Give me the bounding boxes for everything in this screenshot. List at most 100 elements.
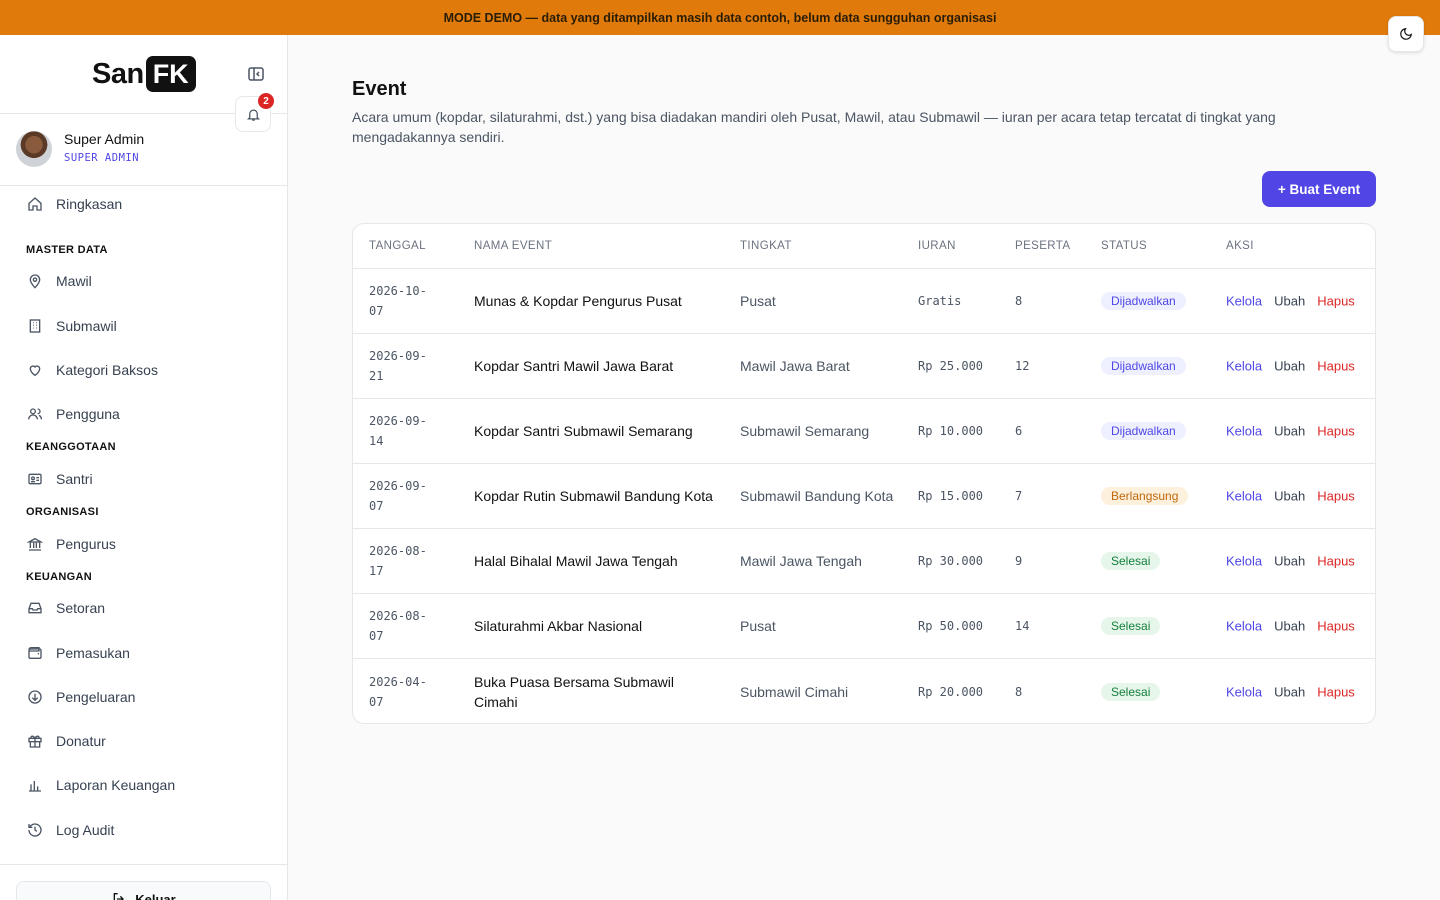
manage-link[interactable]: Kelola <box>1226 684 1262 699</box>
event-name: Kopdar Rutin Submawil Bandung Kota <box>474 488 713 504</box>
logo[interactable]: San FK <box>92 55 196 93</box>
edit-link[interactable]: Ubah <box>1274 619 1305 634</box>
main-content: Event Acara umum (kopdar, silaturahmi, d… <box>288 35 1440 900</box>
edit-link[interactable]: Ubah <box>1274 294 1305 309</box>
status-cell: Selesai <box>1101 617 1161 635</box>
event-fee: Rp 50.000 <box>918 619 984 633</box>
edit-link[interactable]: Ubah <box>1274 424 1305 439</box>
bell-icon <box>246 109 260 121</box>
sidebar-item-pengeluaran[interactable]: Pengeluaran <box>16 679 271 715</box>
page-description: Acara umum (kopdar, silaturahmi, dst.) y… <box>352 109 1276 145</box>
map-pin-icon <box>26 272 44 290</box>
nav-section-keanggotaan: KEANGGOTAAN <box>26 441 116 453</box>
sidebar-toggle-icon <box>248 67 264 81</box>
sidebar-item-pengguna[interactable]: Pengguna <box>16 396 271 432</box>
sidebar-item-setoran[interactable]: Setoran <box>16 590 271 626</box>
event-date: 2026-09-14 <box>369 414 427 448</box>
sidebar-item-mawil[interactable]: Mawil <box>16 263 271 299</box>
delete-link[interactable]: Hapus <box>1317 424 1355 439</box>
delete-link[interactable]: Hapus <box>1317 489 1355 504</box>
logout-icon <box>113 893 125 900</box>
event-level: Mawil Jawa Tengah <box>740 553 862 569</box>
row-actions: Kelola Ubah Hapus <box>1226 294 1367 309</box>
nav-section-keuangan: KEUANGAN <box>26 571 92 583</box>
status-cell: Dijadwalkan <box>1101 357 1186 375</box>
row-actions: Kelola Ubah Hapus <box>1226 619 1367 634</box>
manage-link[interactable]: Kelola <box>1226 489 1262 504</box>
sidebar-item-laporan-keuangan[interactable]: Laporan Keuangan <box>16 767 271 803</box>
header-date[interactable]: TANGGAL <box>369 240 426 252</box>
heart-icon <box>26 361 44 379</box>
create-event-button[interactable]: + Buat Event <box>1262 171 1376 207</box>
sidebar-item-santri[interactable]: Santri <box>16 461 271 497</box>
event-name: Silaturahmi Akbar Nasional <box>474 618 643 634</box>
status-cell: Dijadwalkan <box>1101 422 1186 440</box>
gift-icon <box>26 732 44 750</box>
sidebar-item-kategori-baksos[interactable]: Kategori Baksos <box>16 352 271 388</box>
row-actions: Kelola Ubah Hapus <box>1226 554 1367 569</box>
events-table: TANGGAL NAMA EVENT TINGKAT IURAN PESERTA… <box>352 223 1376 724</box>
event-participants: 12 <box>1015 359 1030 373</box>
nav-section-organisasi: ORGANISASI <box>26 506 99 518</box>
event-participants: 14 <box>1015 619 1030 633</box>
table-row: 2026-09-07 Kopdar Rutin Submawil Bandung … <box>353 464 1375 529</box>
manage-link[interactable]: Kelola <box>1226 359 1262 374</box>
header-participants[interactable]: PESERTA <box>1015 240 1070 252</box>
event-participants: 8 <box>1015 684 1023 699</box>
event-name: Kopdar Santri Submawil Semarang <box>474 423 693 439</box>
event-date: 2026-08-17 <box>369 544 427 578</box>
sidebar-collapse-button[interactable] <box>247 66 265 82</box>
manage-link[interactable]: Kelola <box>1226 424 1262 439</box>
arrow-down-circle-icon <box>26 688 44 706</box>
manage-link[interactable]: Kelola <box>1226 619 1262 634</box>
header-fee[interactable]: IURAN <box>918 240 956 252</box>
table-row: 2026-09-21 Kopdar Santri Mawil Jawa Barat… <box>353 334 1375 399</box>
edit-link[interactable]: Ubah <box>1274 359 1305 374</box>
header-level[interactable]: TINGKAT <box>740 240 792 252</box>
row-actions: Kelola Ubah Hapus <box>1226 684 1367 699</box>
nav-section-master-data: MASTER DATA <box>26 244 108 256</box>
status-badge: Selesai <box>1101 552 1161 570</box>
event-participants: 7 <box>1015 489 1023 503</box>
sidebar-item-submawil[interactable]: Submawil <box>16 308 271 344</box>
edit-link[interactable]: Ubah <box>1274 554 1305 569</box>
sidebar-item-pemasukan[interactable]: Pemasukan <box>16 635 271 671</box>
landmark-icon <box>26 535 44 553</box>
event-participants: 8 <box>1015 294 1023 308</box>
edit-link[interactable]: Ubah <box>1274 684 1305 699</box>
event-name: Buka Puasa Bersama Submawil Cimahi <box>474 673 674 710</box>
users-icon <box>26 405 44 423</box>
delete-link[interactable]: Hapus <box>1317 619 1355 634</box>
row-actions: Kelola Ubah Hapus <box>1226 489 1367 504</box>
history-icon <box>26 821 44 839</box>
event-date: 2026-08-07 <box>369 609 427 643</box>
status-badge: Selesai <box>1101 682 1161 701</box>
avatar[interactable] <box>16 131 52 167</box>
theme-toggle-button[interactable] <box>1388 16 1424 52</box>
manage-link[interactable]: Kelola <box>1226 554 1262 569</box>
moon-icon <box>1400 28 1412 40</box>
table-body: 2026-10-07 Munas & Kopdar Pengurus Pusat P… <box>353 269 1375 723</box>
delete-link[interactable]: Hapus <box>1317 359 1355 374</box>
delete-link[interactable]: Hapus <box>1317 554 1355 569</box>
event-date: 2026-09-07 <box>369 479 427 513</box>
sidebar-item-ringkasan[interactable]: Ringkasan <box>16 186 271 222</box>
logout-button[interactable]: Keluar <box>16 881 271 900</box>
delete-link[interactable]: Hapus <box>1317 294 1355 309</box>
delete-link[interactable]: Hapus <box>1317 684 1355 699</box>
table-row: 2026-08-07 Silaturahmi Akbar Nasional Pusa… <box>353 594 1375 659</box>
status-badge: Dijadwalkan <box>1101 292 1186 310</box>
sidebar-item-pengurus[interactable]: Pengurus <box>16 526 271 562</box>
edit-link[interactable]: Ubah <box>1274 489 1305 504</box>
event-date: 2026-10-07 <box>369 284 427 318</box>
header-status[interactable]: STATUS <box>1101 240 1147 252</box>
table-row: 2026-04-07 Buka Puasa Bersama Submawil Ci… <box>353 659 1375 723</box>
table-header: TANGGAL NAMA EVENT TINGKAT IURAN PESERTA… <box>353 224 1375 269</box>
manage-link[interactable]: Kelola <box>1226 294 1262 309</box>
event-name: Kopdar Santri Mawil Jawa Barat <box>474 358 674 374</box>
sidebar-item-donatur[interactable]: Donatur <box>16 723 271 759</box>
status-badge: Berlangsung <box>1101 487 1189 505</box>
header-name[interactable]: NAMA EVENT <box>474 240 552 252</box>
table-row: 2026-08-17 Halal Bihalal Mawil Jawa Tenga… <box>353 529 1375 594</box>
sidebar-item-log-audit[interactable]: Log Audit <box>16 812 271 848</box>
